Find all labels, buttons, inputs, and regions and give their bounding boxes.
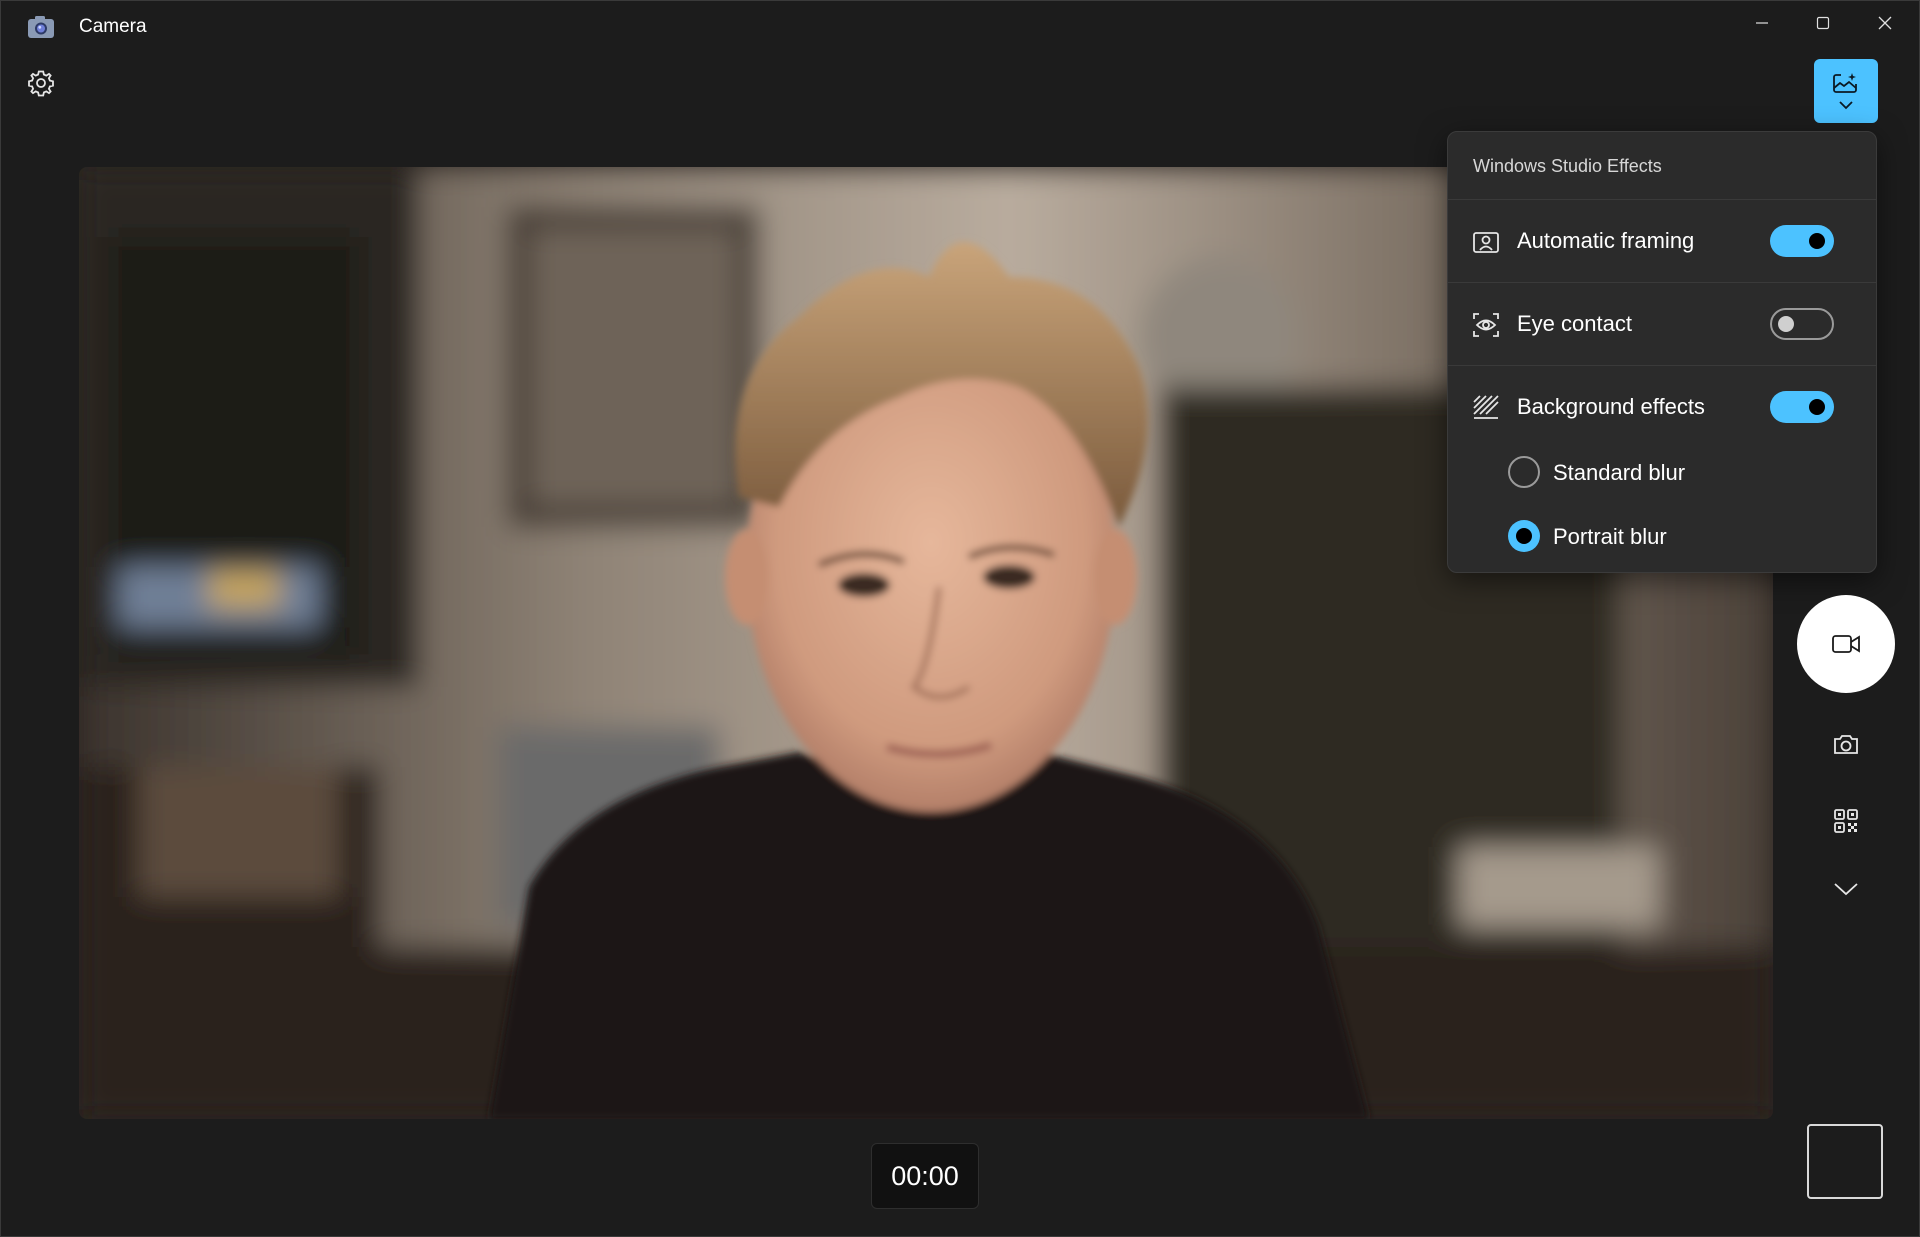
chevron-down-icon	[1834, 883, 1858, 896]
photo-mode-button[interactable]	[1827, 725, 1865, 763]
qr-code-mode-button[interactable]	[1827, 802, 1865, 840]
background-effects-toggle[interactable]	[1770, 391, 1834, 423]
camera-window: Camera Windows Studio Effects Automatic …	[0, 0, 1920, 1237]
gear-icon	[28, 70, 54, 97]
gallery-thumbnail[interactable]	[1807, 1124, 1883, 1199]
eye-contact-toggle[interactable]	[1770, 308, 1834, 340]
eye-contact-row: Eye contact	[1448, 283, 1876, 366]
background-effects-row: Background effects Standard blur Portrai…	[1448, 366, 1876, 586]
more-modes-button[interactable]	[1827, 870, 1865, 908]
close-button[interactable]	[1854, 1, 1916, 45]
qr-code-icon	[1834, 809, 1858, 833]
panel-title: Windows Studio Effects	[1448, 132, 1876, 200]
portrait-blur-option[interactable]: Portrait blur	[1508, 516, 1828, 556]
camera-icon	[1834, 735, 1858, 754]
window-title: Camera	[79, 16, 147, 37]
record-video-button[interactable]	[1797, 595, 1895, 693]
minimize-button[interactable]	[1731, 1, 1793, 45]
minimize-icon	[1756, 22, 1768, 24]
portrait-blur-radio[interactable]	[1508, 520, 1540, 552]
maximize-button[interactable]	[1792, 1, 1854, 45]
maximize-icon	[1816, 16, 1830, 30]
studio-effects-button[interactable]	[1814, 59, 1878, 123]
studio-effects-icon	[1833, 73, 1857, 93]
automatic-framing-label: Automatic framing	[1517, 228, 1695, 253]
camera-app-icon	[27, 15, 55, 39]
chevron-down-icon	[1839, 101, 1853, 110]
automatic-framing-toggle[interactable]	[1770, 225, 1834, 257]
background-effects-icon	[1472, 394, 1500, 422]
studio-effects-panel: Windows Studio Effects Automatic framing…	[1447, 131, 1877, 573]
standard-blur-label: Standard blur	[1553, 460, 1686, 485]
framing-icon	[1472, 228, 1500, 256]
eye-contact-label: Eye contact	[1517, 311, 1632, 336]
background-effects-label: Background effects	[1517, 394, 1705, 419]
video-camera-icon	[1832, 635, 1860, 653]
close-icon	[1878, 16, 1892, 30]
standard-blur-radio[interactable]	[1508, 456, 1540, 488]
recording-timer: 00:00	[871, 1143, 979, 1209]
portrait-blur-label: Portrait blur	[1553, 524, 1667, 549]
settings-button[interactable]	[25, 67, 57, 99]
eye-contact-icon	[1472, 311, 1500, 339]
automatic-framing-row: Automatic framing	[1448, 200, 1876, 283]
title-bar: Camera	[1, 1, 1920, 55]
standard-blur-option[interactable]: Standard blur	[1508, 452, 1828, 492]
